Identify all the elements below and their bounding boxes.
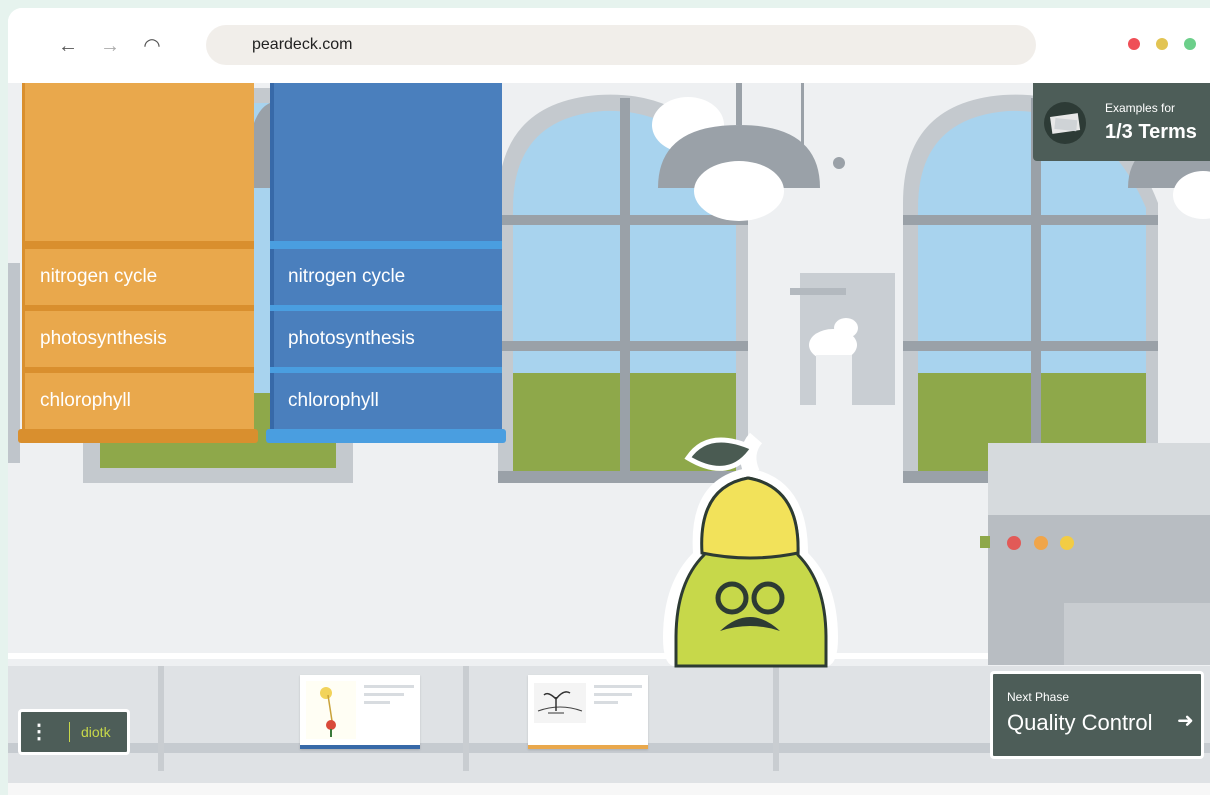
- bottom-strip: [8, 783, 1210, 795]
- window-dot-yellow: [1156, 38, 1168, 50]
- address-bar[interactable]: peardeck.com: [206, 25, 1036, 65]
- term-item[interactable]: photosynthesis: [22, 311, 254, 367]
- browser-window: ← → ◠ peardeck.com nitrogen cycle photos…: [8, 8, 1210, 795]
- term-item[interactable]: nitrogen cycle: [270, 249, 502, 305]
- game-stage: nitrogen cycle photosynthesis chlorophyl…: [8, 83, 1210, 783]
- term-item[interactable]: chlorophyll: [22, 373, 254, 429]
- menu-icon[interactable]: ⋮: [29, 718, 49, 746]
- next-phase-button[interactable]: Next Phase Quality Control ➜: [990, 671, 1204, 759]
- arrow-right-icon: ➜: [1177, 710, 1194, 732]
- next-phase-label: Next Phase: [1007, 690, 1070, 704]
- example-card-icon: [1044, 102, 1086, 144]
- url-text: peardeck.com: [252, 36, 353, 53]
- term-item[interactable]: chlorophyll: [270, 373, 502, 429]
- window-dot-green: [1184, 38, 1196, 50]
- window-dot-red: [1128, 38, 1140, 50]
- user-badge: ⋮ diotk: [18, 709, 130, 755]
- orange-term-column: nitrogen cycle photosynthesis chlorophyl…: [18, 83, 258, 443]
- blue-term-column: nitrogen cycle photosynthesis chlorophyl…: [266, 83, 506, 443]
- tree-sketch-icon: [534, 683, 586, 723]
- example-card[interactable]: [528, 675, 648, 749]
- sun-plant-sketch-icon: [306, 681, 356, 739]
- examples-badge: Examples for 1/3 Terms: [1033, 83, 1210, 161]
- back-arrow-icon[interactable]: ←: [56, 34, 80, 58]
- next-phase-title: Quality Control: [1007, 710, 1153, 735]
- reload-icon[interactable]: ◠: [140, 34, 164, 58]
- forward-arrow-icon[interactable]: →: [98, 34, 122, 58]
- term-item[interactable]: photosynthesis: [270, 311, 502, 367]
- example-card[interactable]: [300, 675, 420, 749]
- browser-toolbar: ← → ◠ peardeck.com: [8, 8, 1210, 83]
- examples-label: Examples for: [1105, 101, 1176, 115]
- term-item[interactable]: nitrogen cycle: [22, 249, 254, 305]
- username: diotk: [81, 724, 111, 740]
- examples-count: 1/3 Terms: [1105, 121, 1197, 143]
